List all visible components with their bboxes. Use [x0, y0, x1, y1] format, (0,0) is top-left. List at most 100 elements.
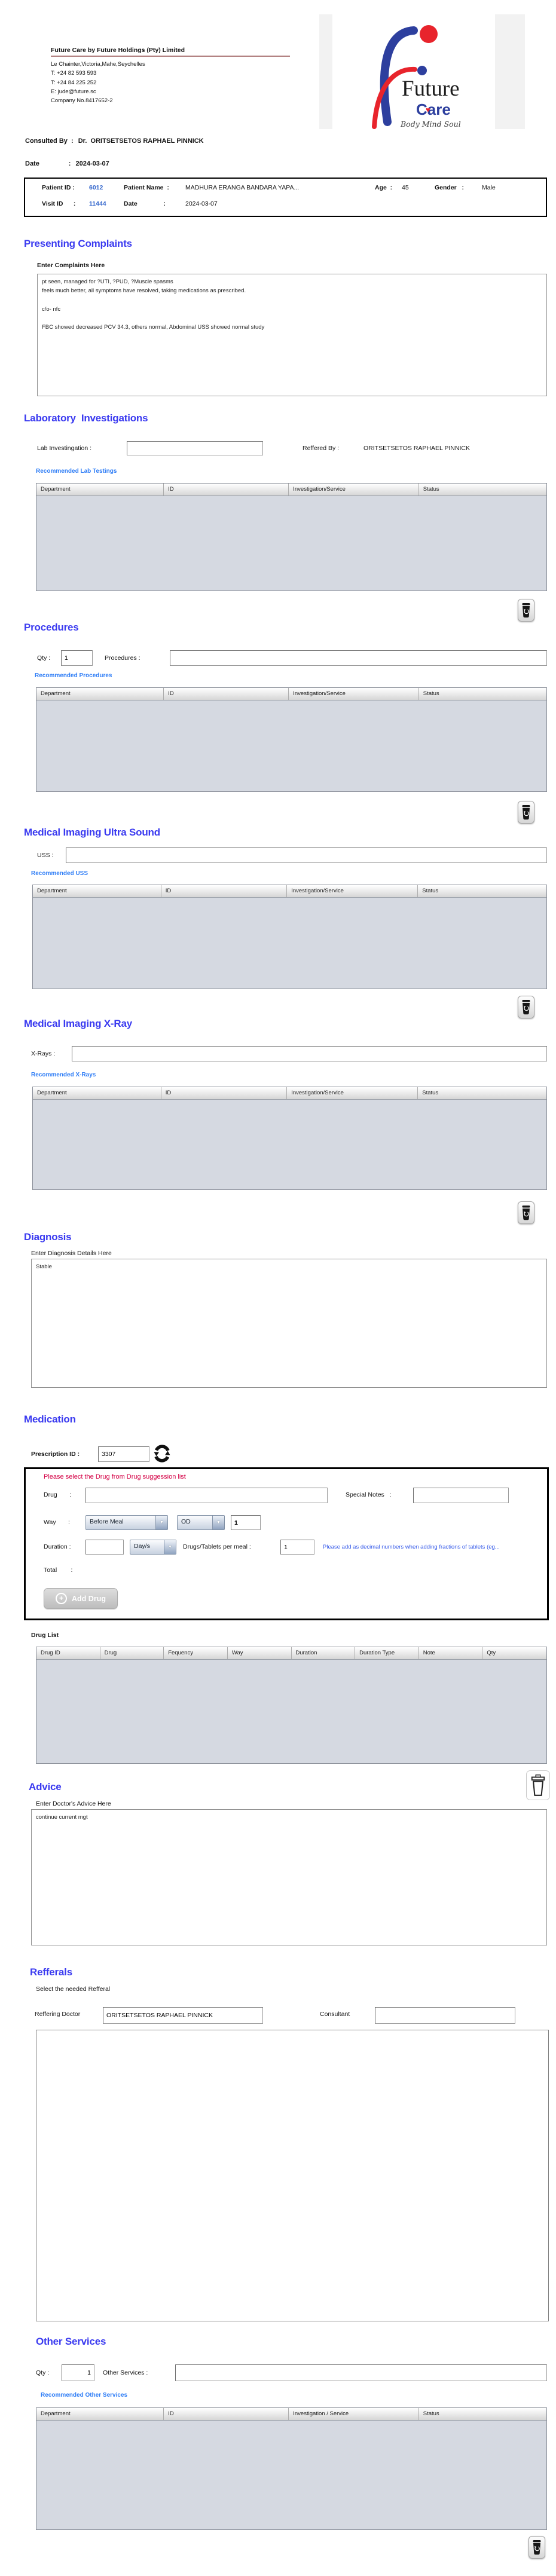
drug-list-header: Drug ID Drug Fequency Way Duration Durat…: [36, 1647, 546, 1660]
meal-select[interactable]: Before Meal: [85, 1515, 168, 1530]
medication-title: Medication: [24, 1414, 76, 1425]
recommended-uss-link[interactable]: Recommended USS: [31, 870, 88, 877]
xray-input[interactable]: [72, 1046, 547, 1061]
drug-suggestion-alert: Please select the Drug from Drug suggess…: [44, 1473, 186, 1480]
lab-investigation-input[interactable]: [127, 441, 263, 455]
advice-label: Enter Doctor's Advice Here: [36, 1800, 111, 1807]
refresh-icon: [153, 1445, 171, 1463]
col-drug-id: Drug ID: [36, 1647, 100, 1659]
consult-date-label: Date :: [25, 160, 71, 167]
xray-title: Medical Imaging X-Ray: [24, 1018, 132, 1030]
chevron-down-icon: [212, 1516, 224, 1529]
logo-word-future: Future: [402, 77, 460, 101]
special-notes-input[interactable]: [413, 1488, 509, 1503]
trash-icon: [521, 602, 531, 619]
col-investigation: Investigation/Service: [287, 1087, 418, 1099]
col-investigation: Investigation/Service: [289, 688, 419, 700]
add-drug-button[interactable]: Add Drug: [44, 1588, 118, 1609]
duration-unit-select[interactable]: Day/s: [130, 1540, 176, 1555]
col-department: Department: [33, 885, 161, 897]
drug-list-body[interactable]: [36, 1660, 546, 1764]
reffered-by-value: ORITSETSETOS RAPHAEL PINNICK: [363, 445, 470, 452]
logo-red-dot: [420, 25, 438, 43]
uss-label: USS :: [37, 852, 53, 859]
add-drug-label: Add Drug: [72, 1595, 106, 1603]
drug-list-table: Drug ID Drug Fequency Way Duration Durat…: [36, 1647, 547, 1764]
trash-icon: [521, 1205, 531, 1221]
diagnosis-textarea[interactable]: Stable: [31, 1259, 547, 1388]
future-care-logo: Future Care ♥ Body Mind Soul: [356, 14, 494, 129]
col-department: Department: [33, 1087, 161, 1099]
consulted-by-label: Consulted By :: [25, 137, 74, 145]
prescription-refresh-button[interactable]: [153, 1445, 171, 1466]
col-investigation: Investigation / Service: [289, 2408, 419, 2420]
procedures-qty-input[interactable]: [61, 650, 93, 666]
lab-delete-button[interactable]: [518, 599, 534, 622]
advice-textarea[interactable]: continue current mgt: [31, 1809, 547, 1945]
uss-table-header: Department ID Investigation/Service Stat…: [33, 885, 546, 898]
refferal-list-box[interactable]: [36, 2030, 549, 2321]
complaints-textarea[interactable]: pt seen, managed for ?UTI, ?PUD, ?Muscle…: [37, 274, 547, 396]
other-services-input[interactable]: [175, 2364, 547, 2381]
col-duration: Duration: [292, 1647, 356, 1659]
recommended-procedures-link[interactable]: Recommended Procedures: [35, 672, 112, 679]
other-qty-input[interactable]: [62, 2364, 94, 2381]
drug-input[interactable]: [85, 1488, 328, 1503]
uss-input[interactable]: [66, 848, 547, 863]
patient-id-label: Patient ID :: [42, 184, 75, 191]
visit-id-label: Visit ID :: [42, 200, 75, 207]
duration-input[interactable]: [85, 1540, 124, 1555]
patient-info-bar: Patient ID : 6012 Patient Name : MADHURA…: [24, 178, 547, 217]
drug-list-label: Drug List: [31, 1632, 59, 1639]
prescription-id-label: Prescription ID :: [31, 1451, 80, 1458]
col-id: ID: [161, 885, 287, 897]
advice-delete-button[interactable]: [526, 1770, 550, 1800]
col-id: ID: [164, 484, 289, 495]
col-way: Way: [228, 1647, 292, 1659]
per-meal-input[interactable]: [280, 1540, 314, 1555]
recommended-xrays-link[interactable]: Recommended X-Rays: [31, 1072, 96, 1078]
col-department: Department: [36, 2408, 164, 2420]
xray-table-body[interactable]: [33, 1100, 546, 1191]
frequency-qty-input[interactable]: [231, 1515, 261, 1530]
logo-blue-dot: [417, 66, 427, 75]
consultant-label: Consultant: [320, 2011, 350, 2018]
uss-title: Medical Imaging Ultra Sound: [24, 827, 160, 839]
letterhead-phone1: T: +24 82 593 593: [51, 69, 145, 78]
letterhead-title: Future Care by Future Holdings (Pty) Lim…: [51, 47, 185, 54]
consultant-input[interactable]: [375, 2007, 515, 2024]
special-notes-label: Special Notes :: [346, 1491, 391, 1498]
letterhead-address: Le Chainter,Victoria,Mahe,Seychelles: [51, 60, 145, 69]
other-services-body[interactable]: [36, 2421, 546, 2531]
refferals-subtitle: Select the needed Refferal: [36, 1985, 110, 1993]
xray-delete-button[interactable]: [518, 1201, 534, 1224]
procedures-delete-button[interactable]: [518, 801, 534, 824]
col-note: Note: [419, 1647, 483, 1659]
recommended-other-services-link[interactable]: Recommended Other Services: [41, 2392, 127, 2398]
patient-name-value: MADHURA ERANGA BANDARA YAPA...: [185, 184, 299, 191]
frequency-select-value: OD: [178, 1516, 212, 1529]
other-qty-label: Qty :: [36, 2369, 49, 2376]
total-label: Total :: [44, 1567, 72, 1574]
col-investigation: Investigation/Service: [287, 885, 418, 897]
prescription-id-input[interactable]: [98, 1446, 149, 1462]
col-qty: Qty: [482, 1647, 546, 1659]
procedures-input[interactable]: [170, 650, 547, 666]
other-services-table: Department ID Investigation / Service St…: [36, 2407, 547, 2530]
other-services-title: Other Services: [36, 2336, 106, 2348]
reffering-doctor-input[interactable]: [103, 2007, 263, 2024]
other-services-label: Other Services :: [103, 2369, 148, 2376]
lab-table-body[interactable]: [36, 496, 546, 592]
age-value: 45: [402, 184, 409, 191]
frequency-select[interactable]: OD: [177, 1515, 225, 1530]
col-frequency: Fequency: [164, 1647, 228, 1659]
other-services-delete-button[interactable]: [528, 2536, 545, 2559]
procedures-table-body[interactable]: [36, 700, 546, 793]
uss-delete-button[interactable]: [518, 996, 534, 1018]
reffered-by-label: Reffered By :: [303, 445, 339, 452]
recommended-lab-testings-link[interactable]: Recommended Lab Testings: [36, 468, 117, 475]
col-id: ID: [164, 688, 289, 700]
uss-table-body[interactable]: [33, 898, 546, 990]
duration-unit-value: Day/s: [130, 1540, 164, 1554]
col-status: Status: [419, 484, 546, 495]
